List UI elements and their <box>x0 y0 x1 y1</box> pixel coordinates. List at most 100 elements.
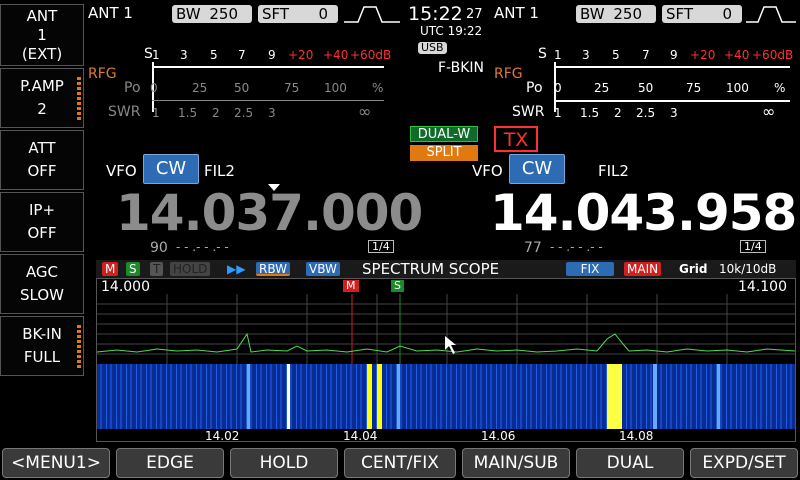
main-step-box[interactable]: 1/4 <box>368 240 394 253</box>
scope-marker-m: M <box>343 280 359 292</box>
sub-po-scale-line <box>554 100 790 102</box>
split-badge[interactable]: SPLIT <box>410 145 478 161</box>
ipplus-label: IP+ <box>28 201 56 219</box>
scope-tag-m: M <box>102 262 119 276</box>
sub-swr-1-5: 1.5 <box>580 106 600 120</box>
edge-button[interactable]: EDGE <box>116 448 224 478</box>
sub-s-tick-3: 3 <box>582 48 590 62</box>
sub-s-label: S <box>538 46 547 62</box>
att-value: OFF <box>27 162 57 180</box>
left-button-bkin[interactable]: BK-IN FULL <box>0 316 84 376</box>
sub-filter-label: FIL2 <box>598 162 629 180</box>
main-bw-value: 250 <box>209 5 239 23</box>
bkin-label: BK-IN <box>22 325 62 343</box>
scope-tag-main: MAIN <box>624 262 662 276</box>
s-tick-3: 3 <box>180 48 188 62</box>
left-button-ipplus[interactable]: IP+ OFF <box>0 192 84 252</box>
sub-po-100: 100 <box>726 81 749 95</box>
po-50: 50 <box>234 81 250 95</box>
menu1-button[interactable]: <MENU1> <box>2 448 110 478</box>
sub-s-over-40: +40 <box>724 48 750 62</box>
x-tick-14-06: 14.06 <box>481 429 516 443</box>
sub-step-box[interactable]: 1/4 <box>740 240 766 253</box>
scope-toolbar: M S T HOLD ▶▶ RBW VBW SPECTRUM SCOPE FIX… <box>96 260 796 278</box>
sub-s-over-20: +20 <box>690 48 716 62</box>
main-frequency[interactable]: 14.037.000 <box>116 184 423 242</box>
spectrum-scope[interactable]: 14.000 14.100 M S 14.02 14.04 14.06 14.0… <box>96 278 796 443</box>
att-label: ATT <box>28 139 56 157</box>
agc-label: AGC <box>25 263 59 281</box>
main-ant: ANT 1 <box>88 4 133 22</box>
sub-dashes: - - .- - .- - <box>550 240 603 254</box>
expd-set-button[interactable]: EXPD/SET <box>690 448 798 478</box>
swr-2: 2 <box>212 106 220 120</box>
utc-time: UTC 19:22 <box>420 24 483 38</box>
sub-s-tick-7: 7 <box>642 48 650 62</box>
scope-tag-grid: Grid <box>679 262 708 276</box>
main-bw-chip[interactable]: BW 250 <box>172 5 252 23</box>
swr-1-5: 1.5 <box>178 106 198 120</box>
ant-value: 1 <box>37 25 47 44</box>
po-25: 25 <box>192 81 208 95</box>
sub-po-0: 0 <box>554 81 562 95</box>
main-filter-label: FIL2 <box>204 162 235 180</box>
main-filter-shape-icon <box>344 6 400 23</box>
sub-bw-value: 250 <box>613 5 643 23</box>
sub-bw-chip[interactable]: BW 250 <box>576 5 656 23</box>
scope-tag-s: S <box>126 262 140 276</box>
main-dashes: - - .- - .- - <box>176 240 229 254</box>
sub-s-scale-line <box>554 66 790 68</box>
sub-sft-chip[interactable]: SFT 0 <box>662 5 742 23</box>
left-button-att[interactable]: ATT OFF <box>0 130 84 190</box>
sub-s-over-60: +60dB <box>752 48 794 62</box>
po-scale-line <box>152 100 384 101</box>
sub-mode-button[interactable]: CW <box>509 154 565 184</box>
sub-sft-value: 0 <box>722 5 732 23</box>
sub-s-tick-1: 1 <box>554 48 562 62</box>
left-button-ant[interactable]: ANT 1 (EXT) <box>0 4 84 66</box>
sub-filter-shape-icon <box>746 6 796 23</box>
sub-swr-label: SWR <box>512 104 545 120</box>
s-over-60: +60dB <box>350 48 392 62</box>
sub-rfg-label: RFG <box>494 66 523 82</box>
cent-fix-button[interactable]: CENT/FIX <box>344 448 456 478</box>
scope-end-freq: 14.100 <box>738 279 787 295</box>
scope-tag-hold: HOLD <box>170 262 211 276</box>
fbkin-label: F-BKIN <box>438 60 484 76</box>
main-sub-button[interactable]: MAIN/SUB <box>462 448 570 478</box>
sub-swr-1: 1 <box>554 106 562 120</box>
dual-button[interactable]: DUAL <box>576 448 684 478</box>
po-pct: % <box>372 81 384 95</box>
swr-label: SWR <box>108 104 141 120</box>
s-over-40: +40 <box>323 48 349 62</box>
sub-frequency[interactable]: 14.043.958 <box>490 184 797 242</box>
s-tick-1: 1 <box>152 48 160 62</box>
pamp-value: 2 <box>37 100 47 118</box>
sub-swr-2: 2 <box>614 106 622 120</box>
left-button-agc[interactable]: AGC SLOW <box>0 254 84 314</box>
main-vfo-label: VFO <box>106 162 137 180</box>
scope-start-freq: 14.000 <box>101 279 150 295</box>
pamp-label: P.AMP <box>20 77 64 95</box>
scope-marker-s: S <box>391 280 404 292</box>
sub-sft-label: SFT <box>666 5 694 23</box>
sub-po-label: Po <box>526 80 543 96</box>
po-label: Po <box>124 80 141 96</box>
sub-vfo-label: VFO <box>472 162 503 180</box>
ant-label: ANT <box>26 6 58 25</box>
scope-tag-rbw: RBW <box>256 262 291 276</box>
sub-swr-inf: ∞ <box>762 102 776 121</box>
main-sft-chip[interactable]: SFT 0 <box>258 5 338 23</box>
sub-bw-label: BW <box>580 5 605 23</box>
swr-1: 1 <box>152 106 160 120</box>
s-tick-9: 9 <box>268 48 276 62</box>
hold-button[interactable]: HOLD <box>230 448 338 478</box>
main-mode-button[interactable]: CW <box>143 154 199 184</box>
x-tick-14-02: 14.02 <box>205 429 240 443</box>
ipplus-value: OFF <box>27 224 57 242</box>
clock-seconds: 27 <box>466 7 483 22</box>
s-tick-7: 7 <box>238 48 246 62</box>
dualw-badge[interactable]: DUAL-W <box>410 126 478 142</box>
sub-swr-2-5: 2.5 <box>636 106 656 120</box>
left-button-pamp[interactable]: P.AMP 2 <box>0 68 84 128</box>
